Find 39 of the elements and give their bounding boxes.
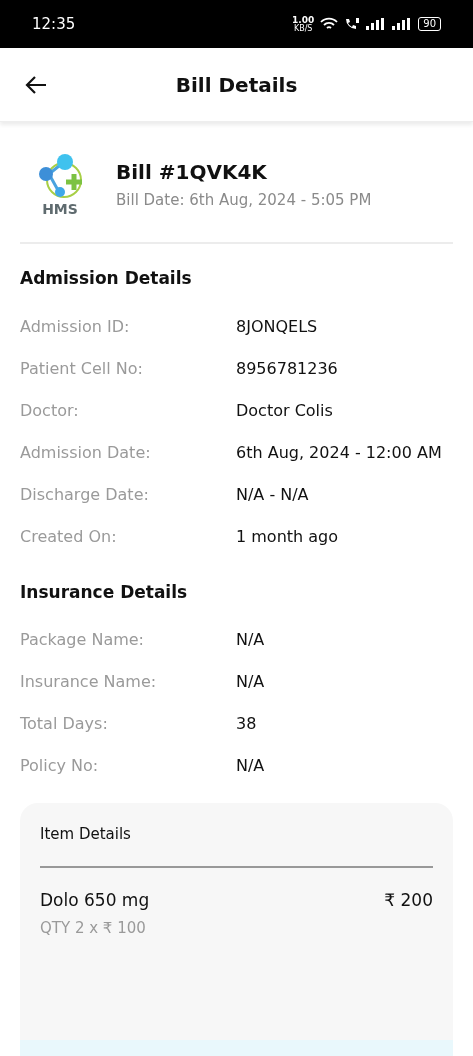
field-label: Package Name:: [20, 629, 145, 651]
field-label: Created On:: [20, 525, 118, 548]
field-value: 6th Aug, 2024 - 12:00 AM: [236, 441, 442, 464]
wifi-icon: [320, 17, 339, 31]
page-title: Bill Details: [175, 71, 298, 99]
field-label: Patient Cell No:: [20, 357, 144, 380]
call-icon: [344, 17, 361, 31]
status-time: 12:35: [32, 13, 76, 35]
signal-icon: [392, 18, 413, 30]
field-label: Admission ID:: [20, 315, 131, 338]
field-value: 8JONQELS: [236, 315, 318, 338]
field-label: Doctor:: [20, 399, 80, 422]
bill-number: Bill #1QVK4K: [116, 158, 268, 186]
section-heading: Admission Details: [20, 267, 193, 290]
field-label: Total Days:: [20, 713, 109, 735]
field-value: N/A: [236, 671, 265, 693]
field-value: 8956781236: [236, 357, 338, 380]
field-value: N/A: [236, 755, 265, 777]
logo-text: HMS: [42, 202, 78, 216]
field-value: 1 month ago: [236, 525, 339, 548]
field-label: Discharge Date:: [20, 483, 150, 506]
field-label: Admission Date:: [20, 441, 152, 464]
field-value: 38: [236, 713, 257, 735]
card-title: Item Details: [40, 823, 433, 868]
field-value: N/A: [236, 629, 265, 651]
item-name: Dolo 650 mg: [40, 888, 150, 912]
signal-icon: [366, 18, 387, 30]
field-label: Insurance Name:: [20, 671, 158, 693]
field-value: N/A - N/A: [236, 483, 309, 506]
item-quantity: QTY 2 x ₹ 100: [40, 918, 147, 939]
section-heading: Insurance Details: [20, 580, 189, 604]
field-label: Policy No:: [20, 755, 100, 777]
network-speed: 1.00: [292, 15, 315, 25]
bill-date: Bill Date: 6th Aug, 2024 - 5:05 PM: [116, 189, 372, 211]
back-arrow-icon: [24, 74, 48, 95]
field-value: Doctor Colis: [236, 399, 333, 422]
battery-level: 90: [418, 17, 441, 31]
speed-unit: KB/S: [293, 24, 313, 33]
item-amount: ₹ 200: [384, 888, 433, 912]
